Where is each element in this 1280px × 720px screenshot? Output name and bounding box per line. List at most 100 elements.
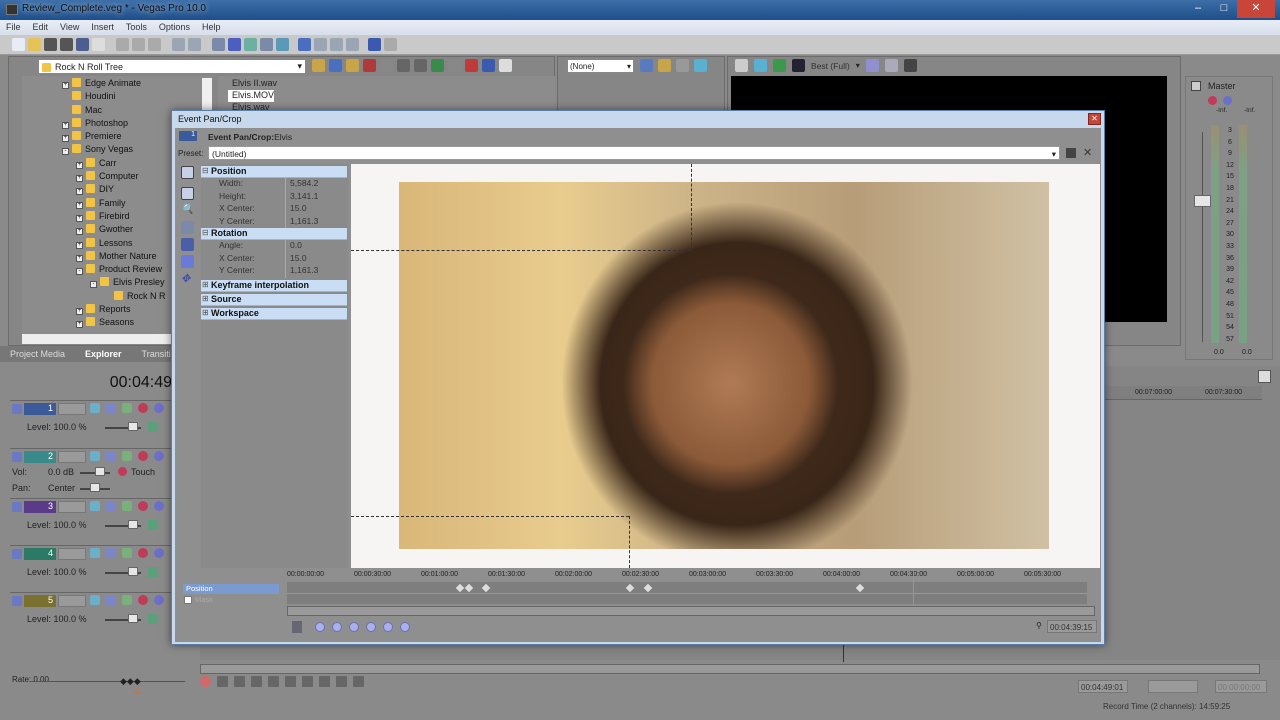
ignore-grouping-icon[interactable] <box>276 38 289 51</box>
menu-help[interactable]: Help <box>196 20 227 35</box>
snapping-icon[interactable] <box>228 38 241 51</box>
expand-toggle[interactable]: - <box>76 268 83 276</box>
fx-preset-dropdown[interactable]: (None) ▾ <box>567 59 634 73</box>
section-workspace[interactable]: Workspace <box>201 307 347 320</box>
bypass-motion-blur-icon[interactable] <box>122 595 132 605</box>
get-media-icon[interactable] <box>448 59 461 72</box>
copy-snapshot-icon[interactable] <box>884 59 898 72</box>
track-name-field[interactable] <box>58 501 86 513</box>
automation-gear-icon[interactable] <box>118 467 127 476</box>
expand-toggle[interactable]: + <box>76 188 83 196</box>
save-preset-icon[interactable] <box>640 59 653 72</box>
property-row[interactable]: X Center: 15.0 <box>201 203 347 216</box>
keyframe-marker[interactable] <box>481 583 491 593</box>
collapse-track-icon[interactable] <box>12 502 22 512</box>
stop-preview-icon[interactable] <box>414 59 427 72</box>
expand-toggle[interactable]: - <box>90 281 97 289</box>
dialog-close-button[interactable]: ✕ <box>1088 113 1101 125</box>
track-header[interactable]: 4 Level: 100.0 % <box>10 545 172 592</box>
properties-icon[interactable] <box>92 38 105 51</box>
track-fx-icon[interactable] <box>138 451 148 461</box>
capture-icon[interactable] <box>465 59 478 72</box>
keyframe-ruler[interactable]: 00:00:00:00 00:00:30:00 00:01:00:00 00:01:3… <box>287 568 1087 582</box>
next-frame-button[interactable] <box>353 676 364 687</box>
selection-start-field[interactable] <box>1148 680 1198 693</box>
track-fx-icon[interactable] <box>138 548 148 558</box>
fx-icon[interactable] <box>773 59 786 72</box>
menu-view[interactable]: View <box>54 20 85 35</box>
expand-toggle[interactable]: + <box>76 214 83 222</box>
move-freely-icon[interactable]: ✥ <box>181 272 194 285</box>
split-screen-icon[interactable] <box>792 59 805 72</box>
menu-edit[interactable]: Edit <box>27 20 55 35</box>
bypass-motion-blur-icon[interactable] <box>122 548 132 558</box>
record-button[interactable] <box>200 676 211 687</box>
selection-length-field[interactable]: 00:00:00:00 <box>1215 680 1267 693</box>
property-value[interactable]: 1,161.3 <box>285 265 347 278</box>
track-motion-icon[interactable] <box>106 595 116 605</box>
level-slider-handle[interactable] <box>128 422 138 431</box>
save-icon[interactable] <box>44 38 57 51</box>
track-name-field[interactable] <box>58 403 86 415</box>
go-to-start-button[interactable] <box>302 676 313 687</box>
property-value[interactable]: 15.0 <box>285 252 347 265</box>
property-value[interactable]: 3,141.1 <box>285 190 347 203</box>
track-motion-icon[interactable] <box>106 403 116 413</box>
expand-toggle[interactable]: + <box>62 121 69 129</box>
zoom-icon[interactable]: 🔍 <box>181 204 194 217</box>
composite-mode-icon[interactable] <box>90 595 100 605</box>
section-keyframe[interactable]: Keyframe interpolation <box>201 279 347 292</box>
rate-slider[interactable] <box>30 681 185 682</box>
search-icon[interactable] <box>482 59 495 72</box>
selection-tool-icon[interactable] <box>330 38 343 51</box>
composite-mode-icon[interactable] <box>90 548 100 558</box>
volume-slider-handle[interactable] <box>95 467 105 476</box>
preview-quality-dropdown[interactable]: Best (Full) <box>811 61 850 71</box>
views-icon[interactable] <box>499 59 512 72</box>
previous-keyframe-button[interactable] <box>332 622 342 632</box>
expand-toggle[interactable]: + <box>76 241 83 249</box>
explorer-location-dropdown[interactable]: Rock N Roll Tree ▾ <box>38 59 306 74</box>
cursor-position-field[interactable]: 00:04:49:01 <box>1078 680 1128 693</box>
pause-button[interactable] <box>268 676 279 687</box>
tree-item[interactable]: Houdini <box>22 91 212 104</box>
save-preset-icon[interactable] <box>1066 148 1076 158</box>
collapse-track-icon[interactable] <box>12 596 22 606</box>
size-about-center-icon[interactable] <box>181 238 194 251</box>
auto-preview-icon[interactable] <box>431 59 444 72</box>
mask-keyframe-lane[interactable] <box>287 594 1087 604</box>
pan-slider-handle[interactable] <box>90 483 100 492</box>
external-monitor-icon[interactable] <box>754 59 767 72</box>
normal-edit-tool-icon[interactable] <box>298 38 311 51</box>
remove-plugin-icon[interactable] <box>676 59 689 72</box>
file-item[interactable]: Elvis II.wav <box>228 78 318 90</box>
track-compositing-icon[interactable] <box>148 520 158 530</box>
delete-icon[interactable] <box>363 59 376 72</box>
mute-icon[interactable] <box>1223 96 1232 105</box>
next-keyframe-button[interactable] <box>349 622 359 632</box>
track-compositing-icon[interactable] <box>148 422 158 432</box>
track-name-field[interactable] <box>58 548 86 560</box>
new-icon[interactable] <box>12 38 25 51</box>
keyframe-marker[interactable] <box>455 583 465 593</box>
expand-toggle[interactable]: + <box>62 82 69 89</box>
keyframe-cursor[interactable] <box>913 568 914 606</box>
property-value[interactable]: 0.0 <box>285 240 347 253</box>
save-as-icon[interactable] <box>60 38 73 51</box>
project-properties-icon[interactable] <box>735 59 748 72</box>
open-icon[interactable] <box>28 38 41 51</box>
collapse-track-icon[interactable] <box>12 404 22 414</box>
bypass-motion-blur-icon[interactable] <box>122 451 132 461</box>
track-fx-icon[interactable] <box>138 501 148 511</box>
save-snapshot-icon[interactable] <box>903 59 917 72</box>
keyframe-track-mask[interactable]: Mask <box>183 595 279 605</box>
tab-explorer[interactable]: Explorer <box>75 346 132 362</box>
keyframe-marker[interactable] <box>464 583 474 593</box>
redo-icon[interactable] <box>188 38 201 51</box>
maximize-button[interactable]: □ <box>1211 0 1237 18</box>
pan-crop-workspace[interactable] <box>351 164 1100 568</box>
play-from-start-button[interactable] <box>234 676 245 687</box>
section-source[interactable]: Source <box>201 293 347 306</box>
preview-monitor-icon[interactable] <box>694 59 707 72</box>
mute-icon[interactable] <box>154 595 164 605</box>
